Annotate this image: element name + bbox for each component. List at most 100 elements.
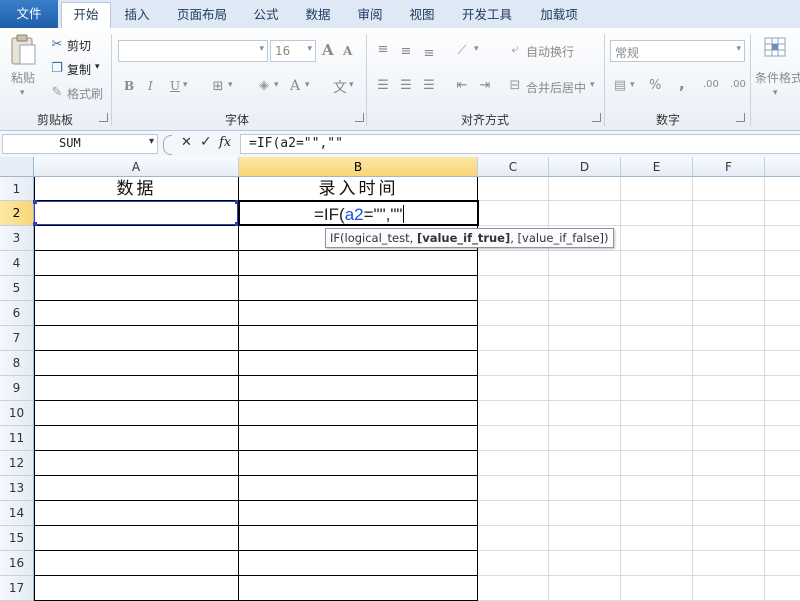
clipboard-launcher-icon[interactable] [99, 113, 108, 122]
tab-file[interactable]: 文件 [0, 0, 58, 28]
column-header-f[interactable]: F [693, 157, 765, 177]
tab-formulas[interactable]: 公式 [244, 3, 288, 28]
name-box[interactable]: SUM ▾ [2, 134, 158, 154]
format-painter-icon: ✎ [51, 85, 63, 100]
tab-view[interactable]: 视图 [400, 3, 444, 28]
select-all-corner[interactable] [0, 157, 34, 177]
increase-decimal-button[interactable]: .00 [703, 79, 719, 90]
row-header-10[interactable]: 10 [0, 401, 34, 426]
worksheet-grid[interactable]: A B C D E F 1 2 3 4 5 6 7 8 9 10 11 12 13 14 15 16 17 数据… [0, 157, 800, 601]
tab-developer[interactable]: 开发工具 [450, 3, 524, 28]
align-bottom-icon[interactable]: ≡ [421, 46, 437, 62]
row-border [34, 400, 478, 401]
column-header-d[interactable]: D [549, 157, 621, 177]
fill-color-dropdown-icon[interactable]: ▾ [274, 80, 279, 90]
font-color-dropdown-icon[interactable]: ▾ [305, 80, 310, 90]
column-header-e[interactable]: E [621, 157, 693, 177]
currency-icon[interactable]: ▤ [612, 78, 628, 94]
paste-button[interactable] [8, 34, 38, 66]
row-header-7[interactable]: 7 [0, 326, 34, 351]
tab-insert[interactable]: 插入 [113, 3, 161, 28]
copy-button[interactable]: 复制 [67, 61, 91, 78]
column-header-c[interactable]: C [478, 157, 549, 177]
cell-b1[interactable]: 录入时间 [239, 177, 478, 202]
clipboard-group-label: 剪贴板 [36, 113, 73, 127]
row-header-14[interactable]: 14 [0, 501, 34, 526]
column-header-a[interactable]: A [34, 157, 239, 177]
formula-bar-splitter[interactable] [163, 135, 172, 155]
align-left-icon[interactable]: ☰ [375, 78, 391, 94]
row-header-11[interactable]: 11 [0, 426, 34, 451]
align-right-icon[interactable]: ☰ [421, 78, 437, 94]
decrease-decimal-button[interactable]: .00 [730, 79, 746, 90]
cell-b2-editing[interactable]: =IF(a2="","" [238, 200, 479, 226]
row-border [34, 550, 478, 551]
cell-a2-reference-highlight[interactable] [33, 200, 239, 226]
cancel-icon[interactable]: ✕ [181, 135, 192, 150]
row-header-5[interactable]: 5 [0, 276, 34, 301]
tab-add-ins[interactable]: 加载项 [530, 3, 588, 28]
tab-page-layout[interactable]: 页面布局 [166, 3, 238, 28]
font-size-dropdown[interactable]: 16 ▾ [270, 40, 316, 62]
number-launcher-icon[interactable] [736, 113, 745, 122]
percent-button[interactable]: % [649, 78, 661, 93]
comma-button[interactable]: , [679, 75, 685, 93]
underline-button[interactable]: U [170, 79, 180, 93]
grow-font-icon[interactable]: A [322, 41, 334, 59]
phonetic-dropdown-icon[interactable]: ▾ [349, 80, 354, 90]
row-header-17[interactable]: 17 [0, 576, 34, 601]
shrink-font-icon[interactable]: A [343, 44, 352, 58]
conditional-format-button[interactable]: 条件格式 [755, 69, 800, 86]
paste-dropdown-icon[interactable]: ▾ [20, 88, 25, 98]
row-header-16[interactable]: 16 [0, 551, 34, 576]
row-header-13[interactable]: 13 [0, 476, 34, 501]
fill-color-icon[interactable]: ◈ [256, 78, 272, 94]
merge-center-button[interactable]: 合并后居中 [526, 79, 586, 96]
orientation-dropdown-icon[interactable]: ▾ [474, 44, 479, 54]
cut-button[interactable]: 剪切 [67, 37, 91, 54]
row-header-12[interactable]: 12 [0, 451, 34, 476]
currency-dropdown-icon[interactable]: ▾ [630, 80, 635, 90]
borders-icon[interactable]: ⊞ [210, 79, 226, 95]
row-header-8[interactable]: 8 [0, 351, 34, 376]
font-launcher-icon[interactable] [355, 113, 364, 122]
copy-dropdown-icon[interactable]: ▾ [95, 62, 100, 72]
format-painter-button[interactable]: 格式刷 [67, 85, 103, 102]
column-gridline [620, 177, 621, 600]
italic-button[interactable]: I [148, 79, 153, 93]
increase-indent-icon[interactable]: ⇥ [477, 78, 493, 94]
underline-dropdown-icon[interactable]: ▾ [183, 80, 188, 90]
align-center-icon[interactable]: ☰ [398, 78, 414, 94]
decrease-indent-icon[interactable]: ⇤ [454, 78, 470, 94]
align-top-icon[interactable]: ≡ [375, 42, 391, 58]
conditional-format-dropdown-icon[interactable]: ▾ [773, 88, 778, 98]
cell-a1[interactable]: 数据 [34, 177, 239, 202]
alignment-launcher-icon[interactable] [592, 113, 601, 122]
formula-input[interactable]: =IF(a2="","" [240, 134, 800, 154]
tab-home[interactable]: 开始 [61, 2, 111, 28]
tab-review[interactable]: 审阅 [348, 3, 392, 28]
number-format-dropdown[interactable]: 常规 ▾ [610, 40, 745, 62]
row-header-6[interactable]: 6 [0, 301, 34, 326]
column-header-b[interactable]: B [239, 157, 478, 177]
font-name-dropdown[interactable]: ▾ [118, 40, 268, 62]
row-header-4[interactable]: 4 [0, 251, 34, 276]
column-header-g[interactable] [765, 157, 800, 177]
insert-function-icon[interactable]: fx [219, 135, 231, 150]
borders-dropdown-icon[interactable]: ▾ [228, 80, 233, 90]
row-header-2[interactable]: 2 [0, 201, 34, 226]
phonetic-icon[interactable]: 文 [333, 77, 347, 97]
row-header-15[interactable]: 15 [0, 526, 34, 551]
row-header-9[interactable]: 9 [0, 376, 34, 401]
row-header-3[interactable]: 3 [0, 226, 34, 251]
row-header-1[interactable]: 1 [0, 177, 34, 201]
row-border [34, 450, 478, 451]
wrap-text-button[interactable]: 自动换行 [526, 43, 574, 60]
orientation-icon[interactable]: ⟋ [452, 43, 472, 59]
align-middle-icon[interactable]: ≡ [398, 44, 414, 60]
font-color-icon[interactable]: A [290, 78, 300, 94]
merge-dropdown-icon[interactable]: ▾ [590, 80, 595, 90]
bold-button[interactable]: B [124, 79, 134, 93]
tab-data[interactable]: 数据 [296, 3, 340, 28]
enter-icon[interactable]: ✓ [200, 134, 212, 150]
